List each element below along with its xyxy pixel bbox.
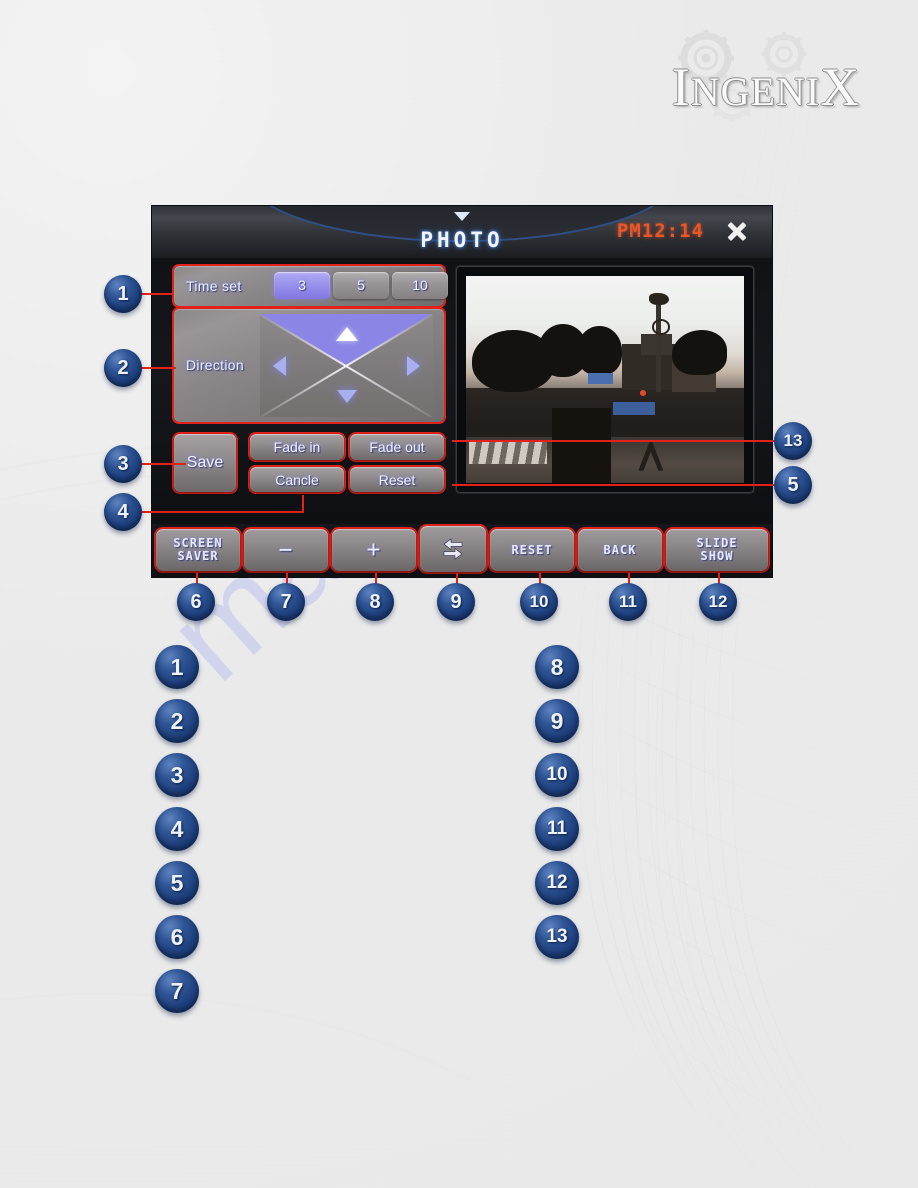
preview-sign	[613, 402, 656, 415]
legend-badge-3: 3	[155, 753, 199, 797]
photo-preview[interactable]	[456, 266, 754, 493]
callout-badge-5: 5	[774, 466, 812, 504]
preview-sign-circle	[651, 319, 670, 335]
legend-badge-1: 1	[155, 645, 199, 689]
callout-badge-3: 3	[104, 445, 142, 483]
legend-badge-9: 9	[535, 699, 579, 743]
arrow-left-icon[interactable]	[273, 355, 286, 376]
time-set-label: Time set	[186, 278, 242, 294]
legend-badge-11: 11	[535, 807, 579, 851]
screen-saver-line2: SAVER	[177, 549, 219, 563]
preview-dark-object	[552, 408, 611, 483]
back-button[interactable]: BACK	[578, 529, 662, 571]
time-set-option-10[interactable]: 10	[392, 272, 448, 299]
legend-badge-6: 6	[155, 915, 199, 959]
leader-line-13	[452, 440, 774, 442]
direction-label: Direction	[186, 357, 244, 373]
minus-icon: −	[278, 536, 294, 563]
legend-badge-2: 2	[155, 699, 199, 743]
fade-out-button[interactable]: Fade out	[350, 434, 444, 460]
preview-sign	[588, 373, 614, 384]
legend-badge-10: 10	[535, 753, 579, 797]
rotate-button[interactable]	[420, 526, 486, 572]
preview-palm	[671, 329, 728, 376]
callout-badge-4: 4	[104, 493, 142, 531]
plus-icon: +	[366, 536, 382, 563]
leader-line-1	[138, 293, 174, 295]
reset-button[interactable]: Reset	[350, 467, 444, 492]
leader-line-3	[138, 463, 186, 465]
callout-badge-12: 12	[699, 583, 737, 621]
time-set-option-3[interactable]: 3	[274, 272, 330, 299]
arrow-right-icon[interactable]	[407, 355, 420, 376]
legend-badge-8: 8	[535, 645, 579, 689]
direction-pad[interactable]	[260, 314, 433, 417]
preview-barrier	[468, 441, 547, 465]
callout-badge-10: 10	[520, 583, 558, 621]
callout-badge-11: 11	[609, 583, 647, 621]
direction-row: Direction	[174, 309, 444, 422]
leader-line-2	[138, 367, 176, 369]
rotate-icon	[443, 538, 463, 560]
preview-lamp-head	[649, 292, 669, 305]
callout-badge-13: 13	[774, 422, 812, 460]
screen-saver-button[interactable]: SCREEN SAVER	[156, 529, 240, 571]
slide-show-line2: SHOW	[700, 549, 734, 563]
device-header: PHOTO PM12:14	[152, 206, 772, 258]
device-toolbar: SCREEN SAVER − + RESET BACK SLIDE SHOW	[152, 524, 772, 577]
preview-image	[466, 276, 744, 483]
logo-wordmark: INGENIX	[636, 60, 896, 119]
legend-badge-13: 13	[535, 915, 579, 959]
fade-in-button[interactable]: Fade in	[250, 434, 344, 460]
slide-show-button[interactable]: SLIDE SHOW	[666, 529, 768, 571]
leader-line-4-riser	[302, 495, 304, 513]
caret-down-icon[interactable]	[454, 212, 470, 221]
preview-palm	[577, 325, 622, 376]
time-set-row: Time set 3 5 10	[174, 266, 448, 306]
close-icon[interactable]	[724, 218, 750, 244]
legend-badge-5: 5	[155, 861, 199, 905]
device-screenshot: PHOTO PM12:14 Time set 3 5 10 Direction	[152, 206, 772, 577]
callout-badge-6: 6	[177, 583, 215, 621]
plus-button[interactable]: +	[332, 529, 416, 571]
callout-badge-7: 7	[267, 583, 305, 621]
leader-line-5	[452, 484, 774, 486]
time-set-option-5[interactable]: 5	[333, 272, 389, 299]
legend-badge-7: 7	[155, 969, 199, 1013]
logo-letters-ngeni: NGENI	[690, 69, 821, 114]
arrow-down-icon[interactable]	[336, 390, 357, 403]
brand-logo: INGENIX	[636, 26, 896, 136]
back-label: BACK	[603, 542, 637, 557]
reset-toolbar-button[interactable]: RESET	[490, 529, 574, 571]
callout-badge-1: 1	[104, 275, 142, 313]
reset-toolbar-label: RESET	[511, 542, 553, 557]
logo-letter-i: I	[671, 57, 691, 117]
cancel-button[interactable]: Cancle	[250, 467, 344, 492]
preview-lamp-post	[656, 304, 661, 392]
clock-display: PM12:14	[616, 220, 704, 242]
callout-badge-8: 8	[356, 583, 394, 621]
legend-badge-4: 4	[155, 807, 199, 851]
minus-button[interactable]: −	[244, 529, 328, 571]
legend-badge-12: 12	[535, 861, 579, 905]
settings-panel: Time set 3 5 10 Direction	[174, 266, 448, 422]
arrow-up-icon[interactable]	[335, 327, 358, 341]
leader-line-4	[138, 511, 304, 513]
callout-badge-2: 2	[104, 349, 142, 387]
logo-letter-x: X	[820, 57, 861, 117]
callout-badge-9: 9	[437, 583, 475, 621]
